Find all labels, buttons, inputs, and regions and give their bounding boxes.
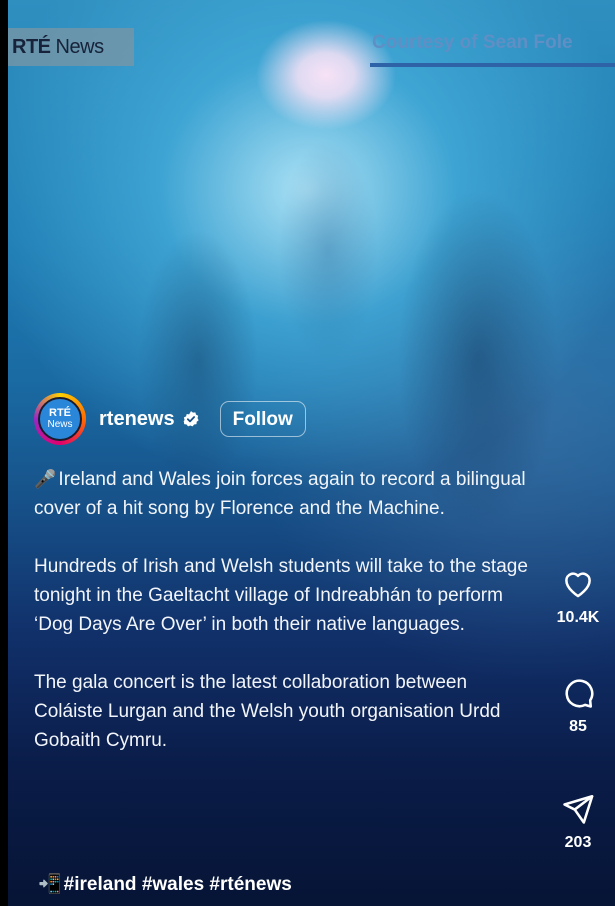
like-action: 10.4K — [548, 567, 608, 627]
reel-screen: RTÉ News Courtesy of Sean Fole RTÉ News … — [0, 0, 615, 906]
watermark-brand-bold: RTÉ — [12, 36, 51, 58]
follow-button[interactable]: Follow — [219, 401, 306, 437]
share-icon[interactable] — [561, 792, 595, 826]
video-credit: Courtesy of Sean Fole — [372, 32, 573, 53]
like-count: 10.4K — [556, 609, 600, 626]
phone-emoji: 📲 — [38, 874, 62, 895]
avatar-logo: RTÉ News — [38, 397, 82, 441]
avatar[interactable]: RTÉ News — [34, 393, 86, 445]
avatar-logo-line1: RTÉ — [49, 407, 71, 419]
caption[interactable]: 🎤 Ireland and Wales join forces again to … — [34, 465, 534, 784]
left-edge — [0, 0, 8, 906]
caption-paragraph-1-text: Ireland and Wales join forces again to r… — [34, 469, 526, 519]
author-row: RTÉ News rtenews Follow — [34, 393, 306, 445]
comment-icon[interactable] — [561, 676, 595, 710]
avatar-logo-line2: News — [47, 419, 73, 430]
caption-paragraph-1: 🎤 Ireland and Wales join forces again to … — [34, 465, 534, 523]
hashtag-list[interactable]: #ireland #wales #rténews — [64, 874, 292, 895]
verified-icon — [183, 411, 199, 427]
username[interactable]: rtenews — [99, 408, 175, 431]
video-credit-underline — [370, 63, 615, 67]
share-action: 203 — [548, 792, 608, 852]
share-count: 203 — [564, 834, 592, 851]
microphone-emoji: 🎤 — [34, 469, 57, 489]
caption-paragraph-3: The gala concert is the latest collabora… — [34, 672, 501, 751]
comment-count: 85 — [569, 718, 587, 735]
caption-paragraph-2: Hundreds of Irish and Welsh students wil… — [34, 556, 528, 635]
comment-action: 85 — [548, 676, 608, 736]
rte-news-watermark: RTÉ News — [8, 28, 134, 66]
hashtags[interactable]: 📲 #ireland #wales #rténews — [38, 872, 292, 896]
watermark-brand-rest: News — [50, 36, 105, 58]
heart-icon[interactable] — [561, 567, 595, 601]
